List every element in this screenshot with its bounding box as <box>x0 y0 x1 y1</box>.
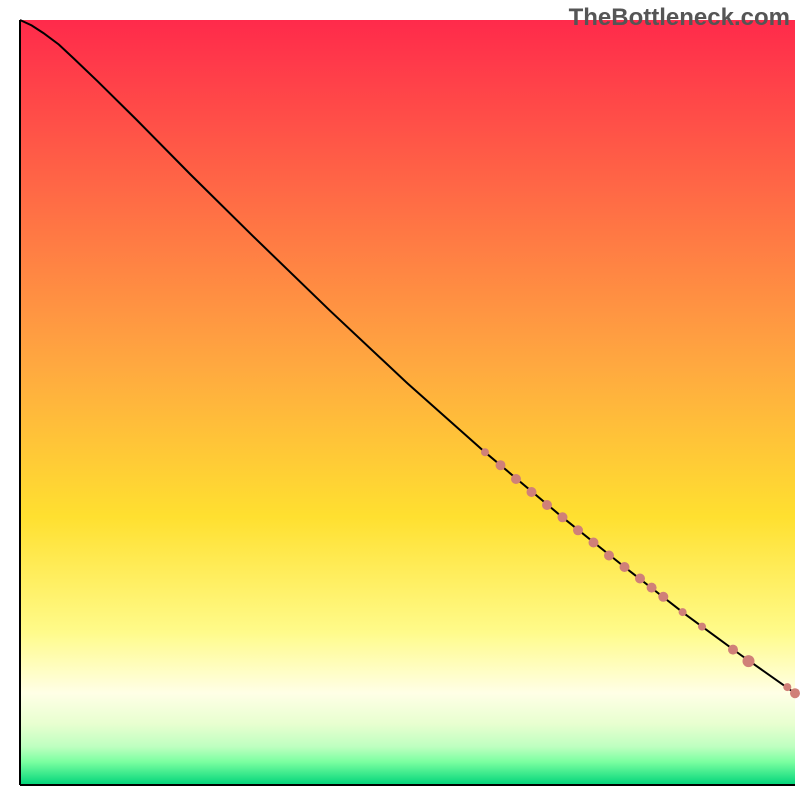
marker-point <box>783 683 791 691</box>
marker-point <box>481 448 489 456</box>
marker-point <box>573 525 583 535</box>
chart-frame: TheBottleneck.com <box>0 0 800 800</box>
marker-point <box>589 538 599 548</box>
marker-point <box>604 551 614 561</box>
marker-point <box>698 623 706 631</box>
plot-background <box>20 20 795 785</box>
marker-point <box>635 574 645 584</box>
marker-point <box>679 608 687 616</box>
marker-point <box>527 487 537 497</box>
marker-point <box>658 592 668 602</box>
marker-point <box>790 688 800 698</box>
marker-point <box>743 655 755 667</box>
marker-point <box>511 474 521 484</box>
marker-point <box>542 500 552 510</box>
marker-point <box>558 512 568 522</box>
marker-point <box>496 460 506 470</box>
marker-point <box>728 645 738 655</box>
watermark-label: TheBottleneck.com <box>569 4 790 32</box>
marker-point <box>647 583 657 593</box>
marker-point <box>620 562 630 572</box>
chart-svg <box>0 0 800 800</box>
